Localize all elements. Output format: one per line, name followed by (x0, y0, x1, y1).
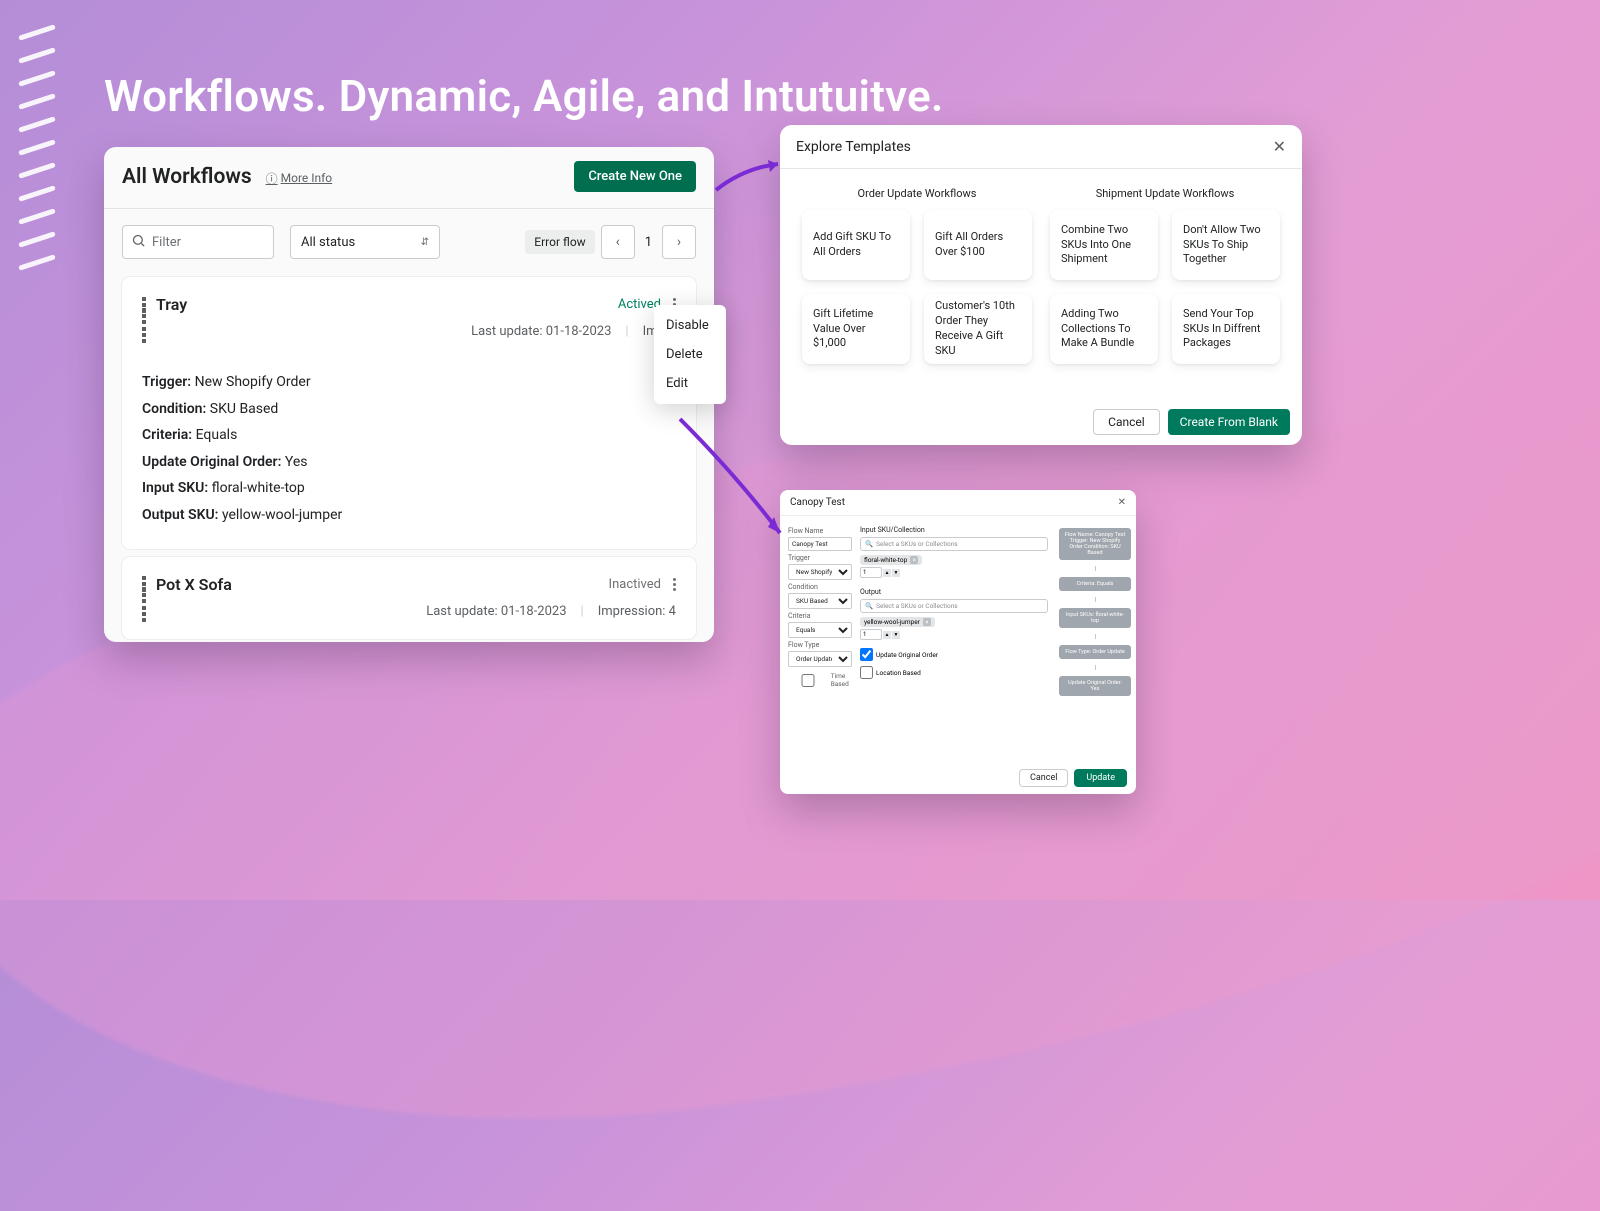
flow-name-label: Flow Name (788, 527, 852, 535)
flow-node: Flow Type: Order Update (1059, 645, 1131, 659)
workflow-details: Trigger: New Shopify Order Condition: SK… (142, 369, 676, 529)
template-tile[interactable]: Combine Two SKUs Into One Shipment (1050, 210, 1158, 280)
workflow-card: Pot X Sofa Inactived Last update: 01-18-… (122, 557, 696, 639)
page-next-button[interactable]: › (662, 225, 696, 259)
output-sku-search[interactable]: 🔍 Select a SKUs or Collections (860, 599, 1048, 613)
update-button[interactable]: Update (1074, 769, 1127, 787)
flow-node: Flow Name: Canopy Test Trigger: New Shop… (1059, 528, 1131, 560)
menu-disable[interactable]: Disable (654, 311, 726, 340)
modal-title: Canopy Test (790, 497, 845, 508)
kebab-menu-button[interactable] (673, 578, 676, 591)
caret-updown-icon: ⇵ (421, 237, 429, 248)
qty-input[interactable] (860, 629, 882, 640)
all-workflows-title: All Workflows (122, 165, 252, 189)
input-sku-search[interactable]: 🔍 Select a SKUs or Collections (860, 537, 1048, 551)
flow-type-select[interactable]: Order Update (788, 651, 852, 667)
status-select[interactable]: All status ⇵ (290, 225, 440, 259)
template-tile[interactable]: Add Gift SKU To All Orders (802, 210, 910, 280)
time-based-checkbox[interactable]: Time Based (788, 672, 852, 688)
sku-tag[interactable]: floral-white-top× (860, 555, 922, 565)
qty-up[interactable]: ▲ (883, 631, 891, 639)
output-label: Output (860, 588, 1048, 596)
condition-select[interactable]: SKU Based (788, 593, 852, 609)
page-number: 1 (645, 235, 652, 250)
template-tile[interactable]: Adding Two Collections To Make A Bundle (1050, 294, 1158, 364)
menu-delete[interactable]: Delete (654, 340, 726, 369)
search-icon: 🔍 (865, 540, 873, 548)
flow-type-label: Flow Type (788, 641, 852, 649)
filter-input[interactable]: Filter (122, 225, 274, 259)
sku-tag[interactable]: yellow-wool-jumper× (860, 617, 935, 627)
info-icon: ⓘ (266, 170, 278, 187)
search-icon (131, 233, 146, 252)
location-based-checkbox[interactable]: Location Based (860, 666, 1048, 679)
workflow-name: Pot X Sofa (156, 575, 232, 594)
trigger-label: Trigger (788, 554, 852, 562)
template-tile[interactable]: Gift All Orders Over $100 (924, 210, 1032, 280)
page-prev-button[interactable]: ‹ (601, 225, 635, 259)
more-info-link[interactable]: ⓘ More Info (266, 170, 333, 187)
criteria-select[interactable]: Equals (788, 622, 852, 638)
workflow-card: Tray Actived Last update: 01-18-2023 | I… (122, 277, 696, 549)
criteria-label: Criteria (788, 612, 852, 620)
column-title-shipment: Shipment Update Workflows (1050, 187, 1280, 200)
cancel-button[interactable]: Cancel (1019, 769, 1068, 787)
flow-name-input[interactable] (788, 537, 852, 551)
row-menu: Disable Delete Edit (654, 305, 726, 404)
qty-up[interactable]: ▲ (883, 569, 891, 577)
template-tile[interactable]: Send Your Top SKUs In Diffrent Packages (1172, 294, 1280, 364)
qty-down[interactable]: ▼ (892, 631, 900, 639)
menu-edit[interactable]: Edit (654, 369, 726, 398)
flow-node: Input SKUs: floral-white-top (1059, 608, 1131, 628)
cancel-button[interactable]: Cancel (1093, 409, 1160, 435)
workflow-name: Tray (156, 295, 187, 314)
status-badge: Inactived (609, 577, 661, 592)
impression: Impression: 4 (598, 604, 676, 619)
remove-icon[interactable]: × (923, 618, 931, 626)
explore-templates-modal: Explore Templates ✕ Order Update Workflo… (780, 125, 1302, 445)
condition-label: Condition (788, 583, 852, 591)
qty-down[interactable]: ▼ (892, 569, 900, 577)
all-workflows-panel: All Workflows ⓘ More Info Create New One… (104, 147, 714, 642)
close-icon[interactable]: ✕ (1118, 497, 1126, 508)
edit-workflow-modal: Canopy Test ✕ Flow Name Trigger New Shop… (780, 490, 1136, 794)
search-icon: 🔍 (865, 602, 873, 610)
drag-handle-icon[interactable] (142, 576, 146, 592)
headline: Workflows. Dynamic, Agile, and Intutuitv… (104, 70, 944, 122)
error-flow-badge[interactable]: Error flow (525, 230, 594, 254)
qty-input[interactable] (860, 567, 882, 578)
flow-node: Update Original Order: Yes (1059, 676, 1131, 696)
template-tile[interactable]: Don't Allow Two SKUs To Ship Together (1172, 210, 1280, 280)
column-title-order: Order Update Workflows (802, 187, 1032, 200)
last-update: Last update: 01-18-2023 (471, 324, 611, 339)
input-sku-label: Input SKU/Collection (860, 526, 1048, 534)
template-tile[interactable]: Gift Lifetime Value Over $1,000 (802, 294, 910, 364)
update-original-checkbox[interactable]: Update Original Order (860, 648, 1048, 661)
remove-icon[interactable]: × (910, 556, 918, 564)
last-update: Last update: 01-18-2023 (426, 604, 566, 619)
flow-graph: Flow Name: Canopy Test Trigger: New Shop… (1056, 524, 1134, 696)
template-tile[interactable]: Customer's 10th Order They Receive A Gif… (924, 294, 1032, 364)
close-icon[interactable]: ✕ (1273, 137, 1286, 156)
create-from-blank-button[interactable]: Create From Blank (1168, 409, 1290, 435)
drag-handle-icon[interactable] (142, 297, 146, 313)
create-new-button[interactable]: Create New One (574, 161, 696, 192)
flow-node: Criteria: Equals (1059, 577, 1131, 591)
modal-title: Explore Templates (796, 139, 911, 155)
trigger-select[interactable]: New Shopify Order (788, 564, 852, 580)
